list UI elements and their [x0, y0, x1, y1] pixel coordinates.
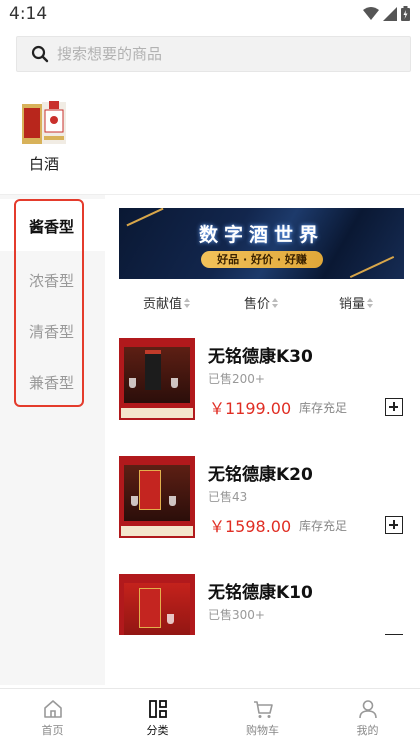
bottle-graphic: [145, 350, 161, 390]
sidebar-item-qingxiang[interactable]: 清香型: [0, 304, 105, 356]
sidebar-item-jiangxiang[interactable]: 酱香型: [0, 199, 105, 251]
product-image: [119, 338, 195, 420]
search-icon: [31, 45, 49, 63]
tab-cart[interactable]: 购物车: [210, 689, 315, 747]
glass-graphic: [131, 496, 138, 506]
search-box[interactable]: [16, 36, 411, 72]
category-icon: [148, 700, 167, 718]
glass-graphic: [167, 614, 174, 624]
sidebar-item-label: 清香型: [29, 323, 75, 341]
product-sold: 已售300+: [208, 608, 265, 622]
sidebar: 酱香型 浓香型 清香型 兼香型: [0, 195, 105, 685]
tab-label: 首页: [41, 724, 64, 737]
product-sold: 已售43: [208, 490, 248, 504]
product-price: ￥1199.00: [209, 399, 292, 418]
bottom-tab-bar: 首页 分类 购物车 我的: [0, 688, 420, 747]
profile-icon: [358, 700, 377, 719]
tab-label: 购物车: [246, 724, 279, 737]
sort-arrows-icon: [272, 297, 279, 308]
add-to-cart-button[interactable]: [385, 516, 403, 534]
top-category-baijiu[interactable]: 白酒: [16, 100, 72, 174]
product-stock: 库存充足: [299, 519, 348, 533]
home-icon: [43, 700, 62, 718]
sort-arrows-icon: [184, 297, 191, 308]
box-graphic: [139, 470, 161, 510]
box-graphic: [139, 588, 161, 628]
baijiu-category-image: [22, 101, 66, 144]
promo-banner[interactable]: 数字酒世界 好品 · 好价 · 好赚: [119, 208, 404, 279]
product-image-footer: [121, 526, 193, 536]
sort-price[interactable]: 售价: [244, 293, 279, 312]
tab-home[interactable]: 首页: [0, 689, 105, 747]
sidebar-item-label: 浓香型: [29, 272, 75, 290]
product-image: [119, 574, 195, 635]
add-to-cart-button[interactable]: [385, 398, 403, 416]
status-icons: [363, 6, 410, 21]
banner-decoration: [349, 255, 395, 279]
battery-icon: [401, 6, 410, 21]
wifi-icon: [363, 6, 379, 20]
sort-label: 售价: [244, 297, 271, 312]
sort-sales[interactable]: 销量: [339, 293, 374, 312]
product-image-footer: [121, 408, 193, 418]
tab-label: 分类: [146, 724, 169, 737]
cart-icon: [253, 701, 273, 718]
sort-contribution[interactable]: 贡献值: [143, 293, 191, 312]
glass-graphic: [171, 378, 178, 388]
sort-arrows-icon: [367, 297, 374, 308]
sidebar-item-label: 兼香型: [29, 374, 75, 392]
add-to-cart-button[interactable]: [385, 634, 403, 635]
product-item[interactable]: 无铭德康K20 已售43 ￥1598.00 库存充足: [105, 448, 420, 566]
top-category-label: 白酒: [28, 155, 59, 173]
product-name: 无铭德康K20: [208, 465, 313, 485]
status-bar: 4:14: [0, 0, 420, 30]
product-price: ￥1598.00: [209, 517, 292, 536]
sort-label: 销量: [339, 297, 366, 312]
sidebar-item-label: 酱香型: [29, 218, 75, 236]
banner-title: 数字酒世界: [198, 224, 324, 246]
sort-label: 贡献值: [143, 297, 183, 312]
product-stock: 库存充足: [299, 401, 348, 415]
product-item[interactable]: 无铭德康K30 已售200+ ￥1199.00 库存充足: [105, 330, 420, 448]
tab-category[interactable]: 分类: [105, 689, 210, 747]
product-sold: 已售200+: [208, 372, 265, 386]
product-image: [119, 456, 195, 538]
signal-icon: [383, 6, 397, 21]
sidebar-item-jianxiang[interactable]: 兼香型: [0, 355, 105, 407]
banner-subtitle: 好品 · 好价 · 好赚: [201, 251, 323, 268]
product-item[interactable]: 无铭德康K10 已售300+: [105, 566, 420, 635]
tab-profile[interactable]: 我的: [315, 689, 420, 747]
status-time: 4:14: [9, 4, 48, 24]
search-input[interactable]: [57, 37, 397, 71]
sidebar-item-nongxiang[interactable]: 浓香型: [0, 253, 105, 305]
tab-label: 我的: [356, 724, 379, 737]
product-list[interactable]: 无铭德康K30 已售200+ ￥1199.00 库存充足 无铭德康K20 已售4…: [105, 330, 420, 635]
glass-graphic: [129, 378, 136, 388]
glass-graphic: [169, 496, 176, 506]
product-name: 无铭德康K10: [208, 583, 313, 603]
product-name: 无铭德康K30: [208, 347, 313, 367]
